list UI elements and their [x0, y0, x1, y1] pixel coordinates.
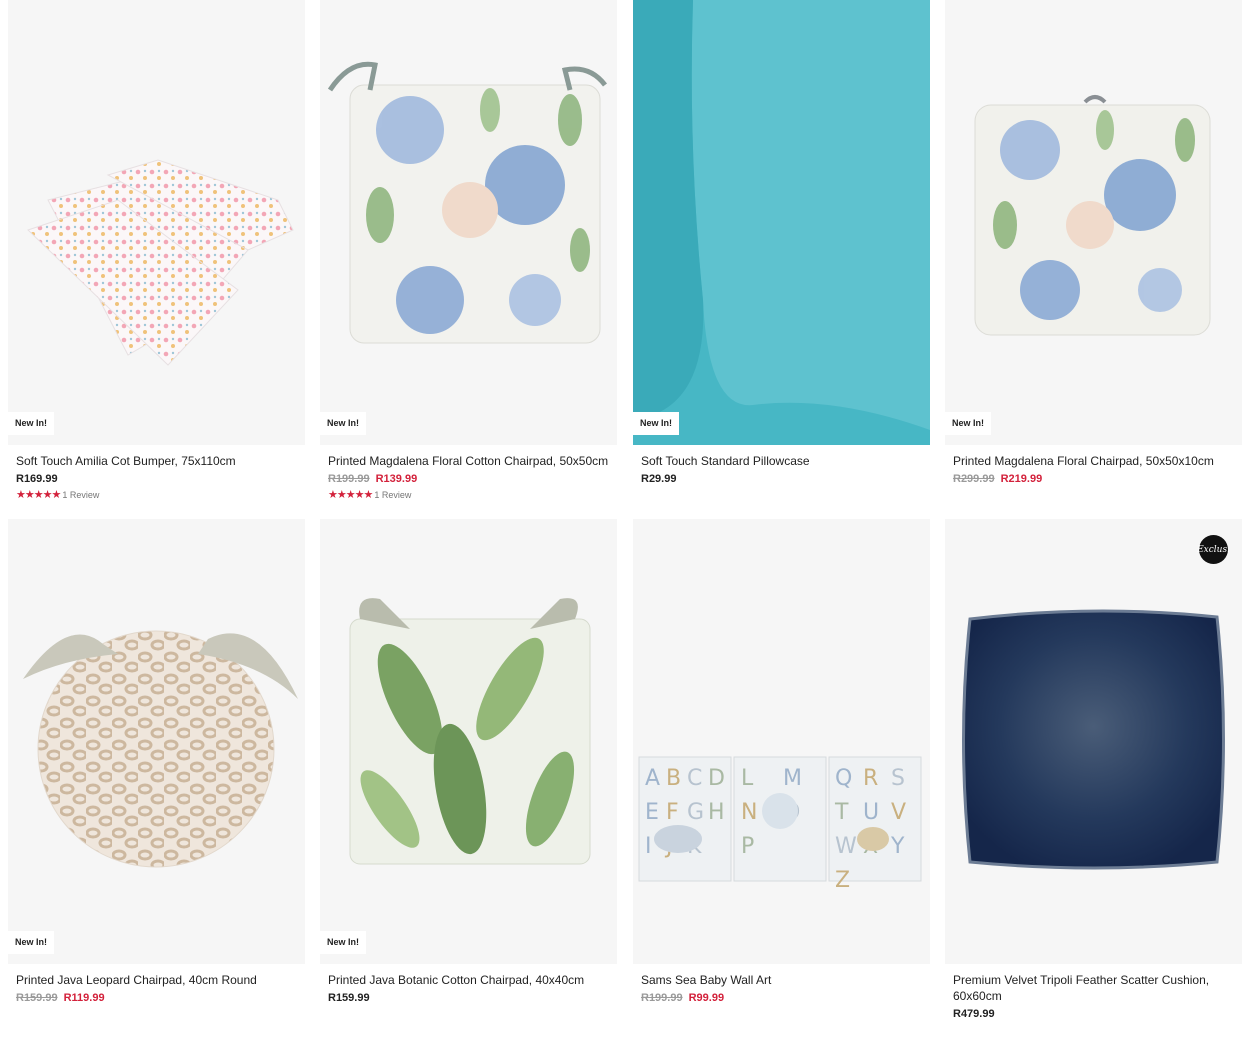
star-rating-icon: ★★★★★ — [328, 489, 373, 501]
floral-chairpad-image — [327, 61, 607, 344]
sale-price: R219.99 — [1000, 473, 1043, 485]
review-count: 1 Review — [62, 490, 100, 500]
was-price: R199.99 — [328, 473, 370, 485]
wall-art-letter: M — [783, 766, 802, 791]
product-image[interactable]: New In! — [320, 0, 617, 445]
new-in-badge: New In! — [945, 412, 992, 435]
product-image[interactable]: New In! — [8, 519, 305, 964]
wall-art-letter: I — [645, 834, 652, 859]
wall-art-letter: Q — [835, 766, 852, 791]
leopard-chairpad-image — [23, 630, 298, 868]
product-name[interactable]: Sams Sea Baby Wall Art — [641, 972, 922, 988]
product-image[interactable]: New In! — [945, 0, 1242, 445]
product-name[interactable]: Premium Velvet Tripoli Feather Scatter C… — [953, 972, 1234, 1004]
product-card[interactable]: New In! Printed Java Leopard Chairpad, 4… — [8, 519, 305, 1006]
floral-box-chairpad-image — [974, 95, 1211, 336]
sale-price: R119.99 — [63, 992, 105, 1004]
wall-art-letter: H — [708, 800, 725, 825]
wall-art-letter: E — [645, 800, 659, 825]
wall-art-letter: A — [645, 766, 660, 791]
was-price: R299.99 — [953, 473, 995, 485]
cot-bumper-image — [27, 159, 294, 366]
product-card[interactable]: New In! Soft Touch Standard Pillowcase R… — [633, 0, 930, 487]
wall-art-letter: T — [834, 800, 849, 825]
product-name[interactable]: Soft Touch Standard Pillowcase — [641, 453, 922, 469]
price-row: R169.99 — [16, 472, 297, 487]
product-name[interactable]: Printed Java Botanic Cotton Chairpad, 40… — [328, 972, 609, 988]
rating-row[interactable]: ★★★★★ 1 Review — [16, 489, 297, 501]
price-row: R199.99 R99.99 — [641, 991, 922, 1006]
product-image[interactable]: Exclus. — [945, 519, 1242, 964]
price-row: R479.99 — [953, 1007, 1234, 1022]
product-card[interactable]: New In! Printed Magdalena Floral Chairpa… — [945, 0, 1242, 487]
product-image[interactable]: New In! — [320, 519, 617, 964]
product-card[interactable]: Exclus. Premium Velvet Tripoli Feather S… — [945, 519, 1242, 1022]
sale-price: R139.99 — [375, 473, 418, 485]
star-rating-icon: ★★★★★ — [16, 489, 61, 501]
price-row: R159.99 — [328, 991, 609, 1006]
wall-art-letter: Y — [890, 834, 905, 859]
wall-art-letter: U — [863, 800, 879, 825]
review-count: 1 Review — [374, 490, 412, 500]
price-row: R199.99 R139.99 — [328, 472, 609, 487]
new-in-badge: New In! — [8, 412, 55, 435]
rating-row[interactable]: ★★★★★ 1 Review — [328, 489, 609, 501]
product-name[interactable]: Soft Touch Amilia Cot Bumper, 75x110cm — [16, 453, 297, 469]
wall-art-letter: N — [741, 800, 757, 825]
sale-price: R99.99 — [688, 992, 725, 1004]
price: R479.99 — [953, 1008, 995, 1020]
botanic-chairpad-image — [349, 598, 591, 865]
new-in-badge: New In! — [633, 412, 680, 435]
wall-art-letter: C — [687, 766, 702, 791]
wall-art-letter: G — [687, 800, 704, 825]
wall-art-letter: F — [666, 800, 679, 825]
product-image[interactable]: ABCDEFGHIJKLMNOPQRSTUVWXYZ — [633, 519, 930, 964]
product-card[interactable]: New In! Soft Touch Amilia Cot Bumper, 75… — [8, 0, 305, 501]
wall-art-letter: R — [863, 766, 878, 791]
was-price: R159.99 — [16, 992, 58, 1004]
product-name[interactable]: Printed Magdalena Floral Chairpad, 50x50… — [953, 453, 1234, 469]
product-card[interactable]: New In! Printed Magdalena Floral Cotton … — [320, 0, 617, 501]
product-card[interactable]: ABCDEFGHIJKLMNOPQRSTUVWXYZ Sams Sea Baby… — [633, 519, 930, 1006]
wall-art-letter: B — [666, 766, 681, 791]
product-name[interactable]: Printed Java Leopard Chairpad, 40cm Roun… — [16, 972, 297, 988]
wall-art-letter: Z — [835, 868, 850, 893]
new-in-badge: New In! — [8, 931, 55, 954]
product-image[interactable]: New In! — [633, 0, 930, 445]
wall-art-letter: D — [708, 766, 725, 791]
pillowcase-image — [633, 0, 930, 445]
price: R159.99 — [328, 992, 370, 1004]
was-price: R199.99 — [641, 992, 683, 1004]
new-in-badge: New In! — [320, 412, 367, 435]
price: R29.99 — [641, 473, 677, 485]
price: R169.99 — [16, 473, 58, 485]
wall-art-image: ABCDEFGHIJKLMNOPQRSTUVWXYZ — [638, 756, 922, 893]
price-row: R29.99 — [641, 472, 922, 487]
wall-art-letter: P — [741, 834, 754, 859]
new-in-badge: New In! — [320, 931, 367, 954]
velvet-cushion-image — [962, 609, 1225, 870]
wall-art-letter: L — [741, 766, 754, 791]
price-row: R159.99 R119.99 — [16, 991, 297, 1006]
exclusive-logo: Exclus. — [1197, 535, 1230, 564]
price-row: R299.99 R219.99 — [953, 472, 1234, 487]
product-card[interactable]: New In! Printed Java Botanic Cotton Chai… — [320, 519, 617, 1006]
wall-art-letter: V — [891, 800, 906, 825]
product-image[interactable]: New In! — [8, 0, 305, 445]
wall-art-letter: W — [835, 834, 857, 859]
wall-art-letter: S — [891, 766, 905, 791]
product-name[interactable]: Printed Magdalena Floral Cotton Chairpad… — [328, 453, 609, 469]
